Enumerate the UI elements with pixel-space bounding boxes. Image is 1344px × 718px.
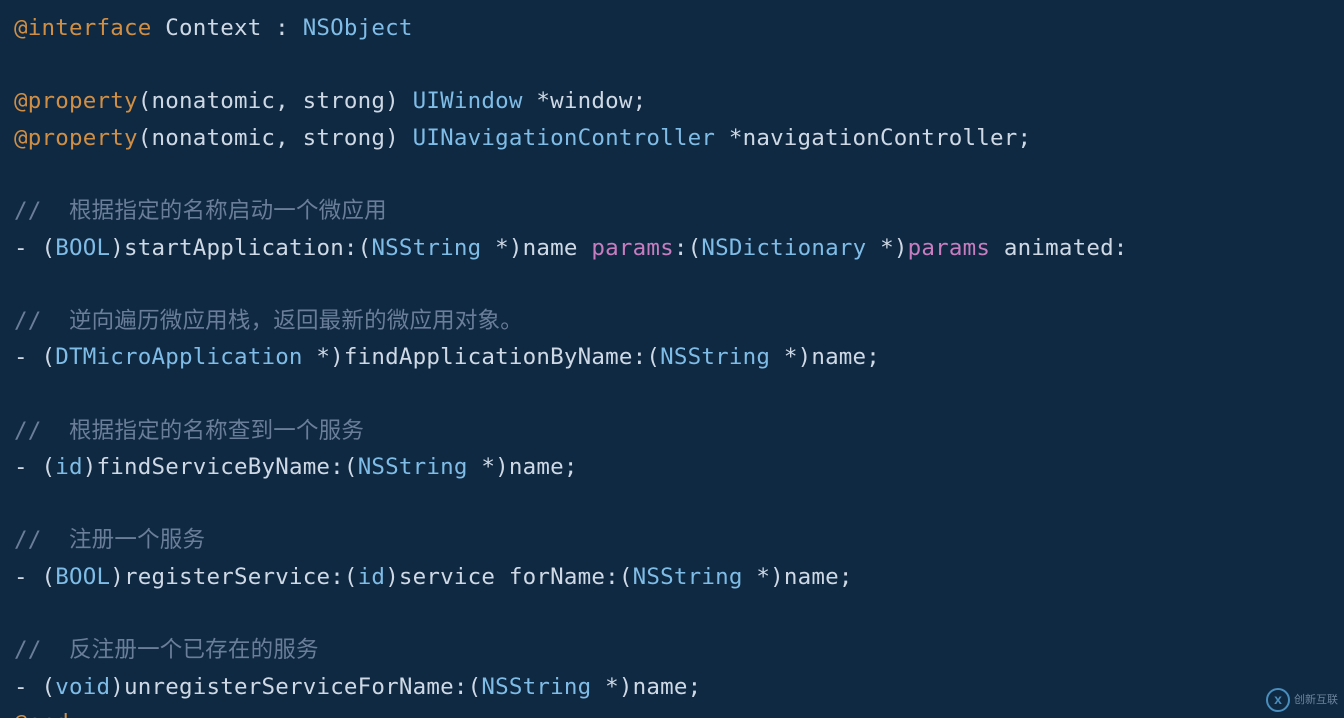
type-nsdictionary: NSDictionary bbox=[701, 235, 866, 261]
code-text: :( bbox=[674, 235, 702, 261]
code-text: *)name; bbox=[770, 344, 880, 370]
keyword-property: @property bbox=[14, 125, 138, 151]
watermark-logo-icon bbox=[1266, 688, 1290, 712]
code-text: - ( bbox=[14, 344, 55, 370]
code-text: *)findApplicationByName:( bbox=[303, 344, 660, 370]
type-nsobject: NSObject bbox=[303, 15, 413, 41]
comment: // 根据指定的名称启动一个微应用 bbox=[14, 198, 387, 224]
code-text: - ( bbox=[14, 674, 55, 700]
selector-params: params bbox=[591, 235, 673, 261]
code-text: *) bbox=[866, 235, 907, 261]
watermark: 创新互联 bbox=[1266, 688, 1338, 712]
type-uiwindow: UIWindow bbox=[413, 88, 523, 114]
comment: // 注册一个服务 bbox=[14, 527, 205, 553]
comment: // 逆向遍历微应用栈，返回最新的微应用对象。 bbox=[14, 308, 523, 334]
code-text: - ( bbox=[14, 564, 55, 590]
code-text: *)name; bbox=[743, 564, 853, 590]
code-text: )service forName:( bbox=[385, 564, 632, 590]
type-bool: BOOL bbox=[55, 564, 110, 590]
type-nsstring: NSString bbox=[371, 235, 481, 261]
code-block: @interface Context : NSObject @property(… bbox=[0, 0, 1344, 718]
keyword-property: @property bbox=[14, 88, 138, 114]
code-text: )findServiceByName:( bbox=[83, 454, 358, 480]
code-text: )registerService:( bbox=[110, 564, 357, 590]
type-bool: BOOL bbox=[55, 235, 110, 261]
code-text: - ( bbox=[14, 454, 55, 480]
type-nsstring: NSString bbox=[481, 674, 591, 700]
type-id: id bbox=[358, 564, 386, 590]
param-name: params bbox=[908, 235, 990, 261]
comment: // 根据指定的名称查到一个服务 bbox=[14, 418, 364, 444]
type-id: id bbox=[55, 454, 83, 480]
code-text: )unregisterServiceForName:( bbox=[110, 674, 481, 700]
keyword-end: @end bbox=[14, 710, 69, 718]
code-text: *)name; bbox=[591, 674, 701, 700]
code-text: *)name; bbox=[468, 454, 578, 480]
code-text: )startApplication:( bbox=[110, 235, 371, 261]
type-dtmicroapplication: DTMicroApplication bbox=[55, 344, 302, 370]
code-text: (nonatomic, strong) bbox=[138, 125, 413, 151]
comment: // 反注册一个已存在的服务 bbox=[14, 637, 319, 663]
watermark-text: 创新互联 bbox=[1294, 694, 1338, 706]
type-nsstring: NSString bbox=[633, 564, 743, 590]
code-text: - ( bbox=[14, 235, 55, 261]
type-void: void bbox=[55, 674, 110, 700]
type-nsstring: NSString bbox=[660, 344, 770, 370]
keyword-interface: @interface bbox=[14, 15, 151, 41]
code-text: *)name bbox=[481, 235, 591, 261]
type-uinavigationcontroller: UINavigationController bbox=[413, 125, 715, 151]
code-text: (nonatomic, strong) bbox=[138, 88, 413, 114]
code-text: animated: bbox=[990, 235, 1127, 261]
code-text: *navigationController; bbox=[715, 125, 1031, 151]
code-text: *window; bbox=[523, 88, 647, 114]
code-text: Context : bbox=[151, 15, 302, 41]
type-nsstring: NSString bbox=[358, 454, 468, 480]
